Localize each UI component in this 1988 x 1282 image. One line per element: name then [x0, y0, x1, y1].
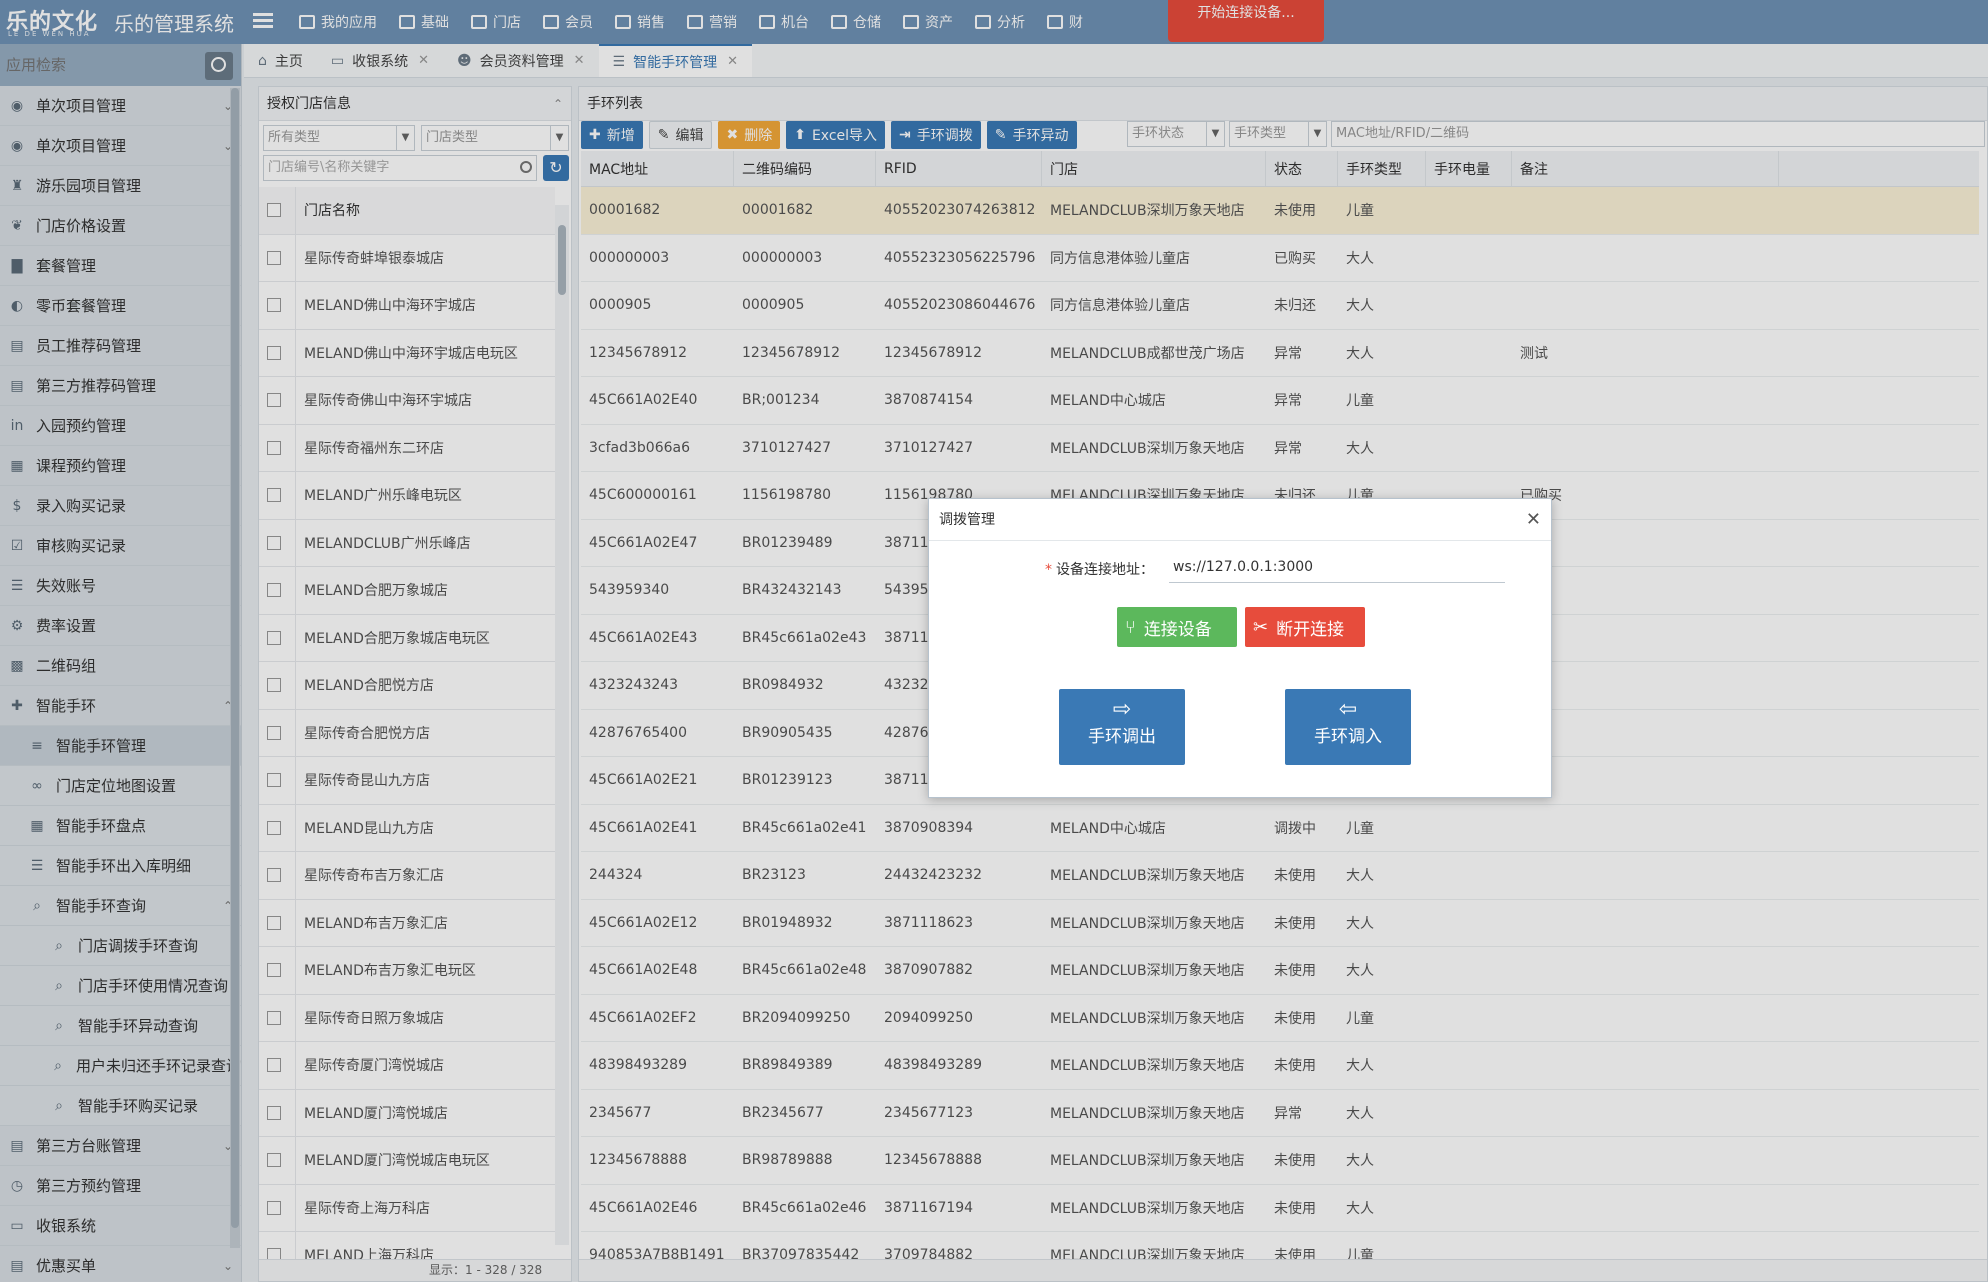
required-mark: * — [1045, 562, 1052, 578]
band-in-button[interactable]: ⇦ 手环调入 — [1285, 689, 1411, 765]
modal-title: 调拨管理 ✕ — [929, 499, 1551, 541]
close-icon[interactable]: ✕ — [1526, 499, 1541, 541]
disconnect-button[interactable]: ✂ 断开连接 — [1245, 607, 1365, 647]
transfer-modal: 调拨管理✕ *设备连接地址： ⑂连接设备 ✂断开连接 ⇨手环调出 ⇦手环调入 — [928, 498, 1552, 798]
device-address-input[interactable] — [1169, 551, 1505, 583]
device-address-label: * 设备连接地址： — [1045, 562, 1154, 578]
sign-in-icon: ⇦ — [1338, 697, 1358, 722]
connect-device-button[interactable]: ⑂ 连接设备 — [1117, 607, 1237, 647]
unlink-icon: ✂ — [1253, 616, 1269, 638]
branch-icon: ⑂ — [1125, 616, 1136, 638]
band-out-button[interactable]: ⇨ 手环调出 — [1059, 689, 1185, 765]
sign-out-icon: ⇨ — [1112, 697, 1132, 722]
